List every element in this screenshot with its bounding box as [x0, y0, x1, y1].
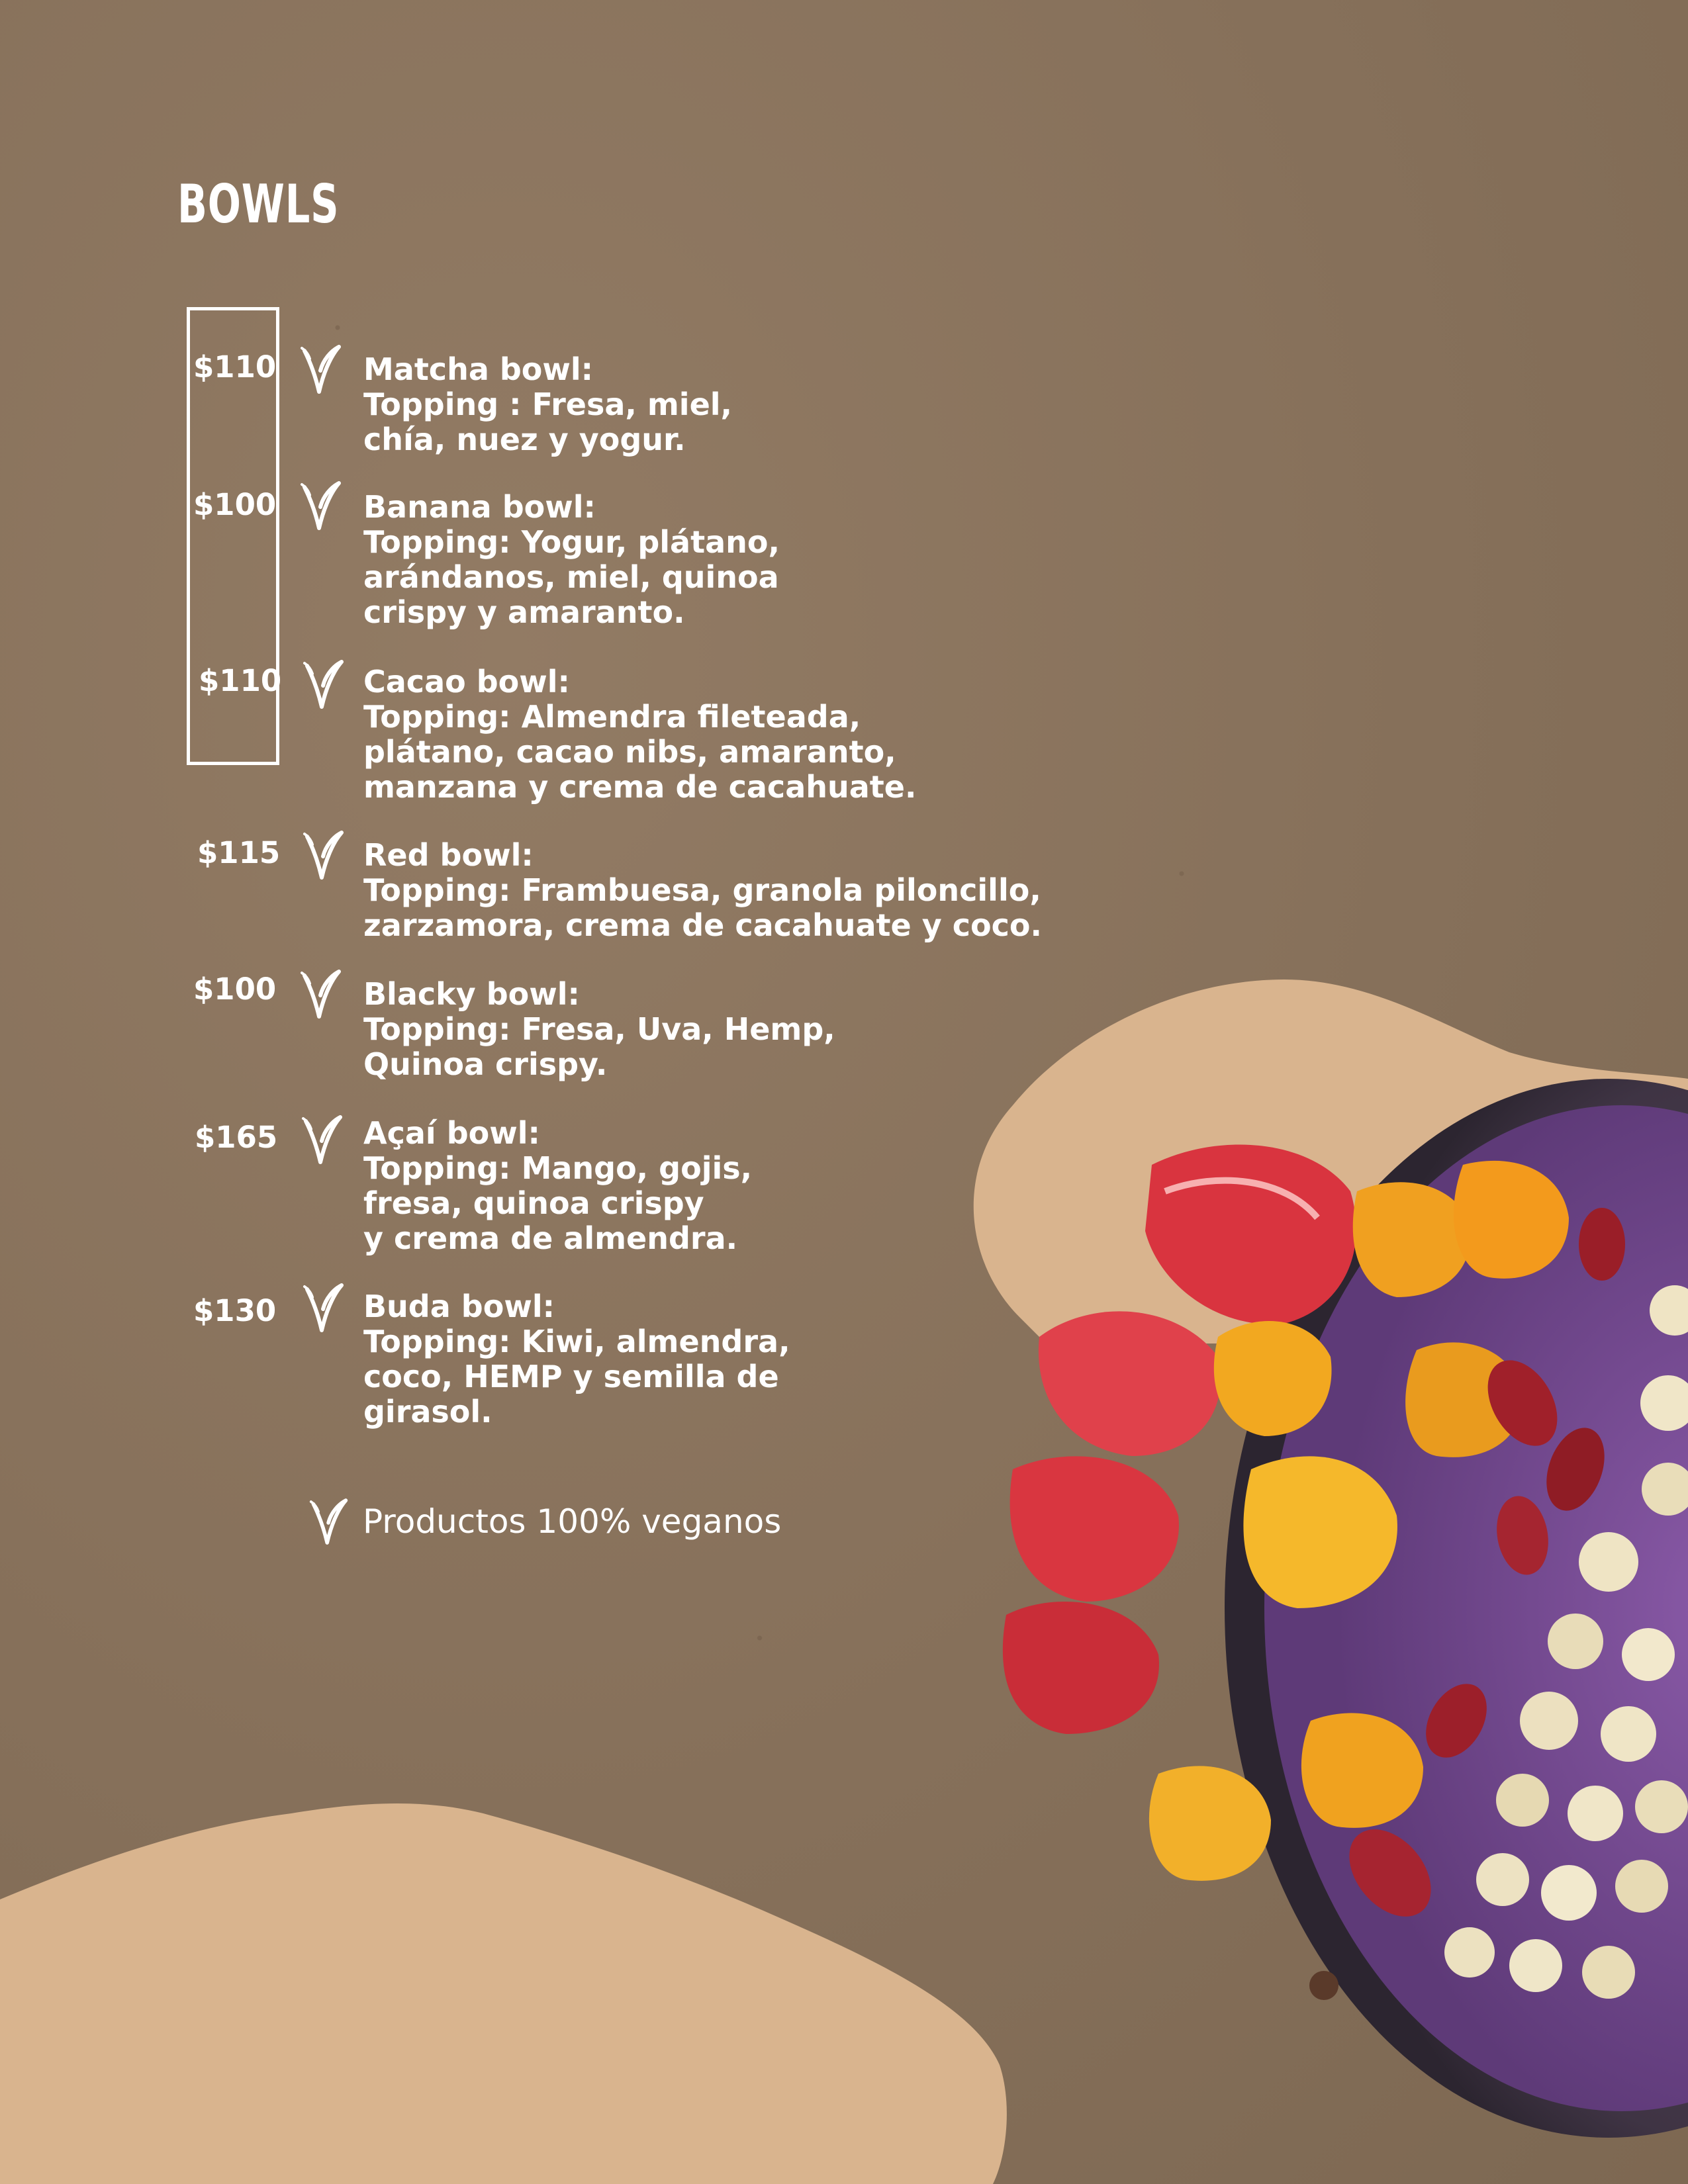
- item-topping-line: Topping : Fresa, miel,: [363, 387, 733, 422]
- item-name: Red bowl:: [363, 837, 534, 873]
- vegan-leaf-icon: [301, 481, 341, 530]
- menu-item-acai: Açaí bowl: Topping: Mango, gojis, fresa,…: [363, 1116, 752, 1256]
- price-banana: $100: [193, 487, 277, 522]
- menu-item-cacao: Cacao bowl: Topping: Almendra fileteada,…: [363, 664, 916, 805]
- item-topping-line: Quinoa crispy.: [363, 1046, 608, 1082]
- bottom-left-beige-blob: [0, 1803, 1007, 2184]
- vegan-leaf-icon: [303, 831, 344, 880]
- item-name: Buda bowl:: [363, 1289, 555, 1324]
- vegan-leaf-icon: [303, 1283, 344, 1332]
- menu-item-matcha: Matcha bowl: Topping : Fresa, miel, chía…: [363, 352, 732, 457]
- item-topping-line: Topping: Mango, gojis,: [363, 1150, 753, 1186]
- menu-item-banana: Banana bowl: Topping: Yogur, plátano, ar…: [363, 490, 780, 630]
- item-topping-line: Topping: Frambuesa, granola piloncillo,: [363, 872, 1041, 908]
- item-topping-line: fresa, quinoa crispy: [363, 1185, 704, 1221]
- item-topping-line: coco, HEMP y semilla de: [363, 1359, 779, 1394]
- item-name: Açaí bowl:: [363, 1115, 540, 1151]
- item-topping-line: girasol.: [363, 1394, 492, 1430]
- vegan-leaf-icon: [301, 345, 341, 394]
- item-topping-line: manzana y crema de cacahuate.: [363, 769, 917, 805]
- item-topping-line: Topping: Fresa, Uva, Hemp,: [363, 1011, 835, 1047]
- item-topping-line: Topping: Kiwi, almendra,: [363, 1324, 790, 1359]
- item-topping-line: Topping: Yogur, plátano,: [363, 524, 780, 560]
- item-topping-line: plátano, cacao nibs, amaranto,: [363, 734, 896, 770]
- item-name: Blacky bowl:: [363, 976, 580, 1012]
- item-topping-line: y crema de almendra.: [363, 1220, 738, 1256]
- price-cacao: $110: [199, 663, 282, 698]
- price-red: $115: [197, 835, 281, 870]
- vegan-leaf-icon: [303, 660, 344, 709]
- item-topping-line: crispy y amaranto.: [363, 594, 685, 630]
- menu-item-buda: Buda bowl: Topping: Kiwi, almendra, coco…: [363, 1289, 790, 1430]
- price-blacky: $100: [193, 972, 277, 1007]
- price-acai: $165: [195, 1120, 278, 1155]
- vegan-leaf-icon: [309, 1498, 348, 1545]
- acai-bowl-photo: [1002, 1079, 1688, 2138]
- item-name: Banana bowl:: [363, 489, 596, 525]
- vegan-leaf-icon: [302, 1115, 342, 1164]
- vegan-leaf-icon: [301, 970, 341, 1019]
- item-name: Matcha bowl:: [363, 351, 594, 387]
- vegan-note: Productos 100% veganos: [363, 1502, 782, 1541]
- item-topping-line: chía, nuez y yogur.: [363, 422, 686, 457]
- item-topping-line: zarzamora, crema de cacahuate y coco.: [363, 907, 1042, 943]
- price-matcha: $110: [193, 349, 277, 385]
- menu-item-red: Red bowl: Topping: Frambuesa, granola pi…: [363, 838, 1042, 943]
- item-topping-line: Topping: Almendra fileteada,: [363, 699, 861, 735]
- menu-item-blacky: Blacky bowl: Topping: Fresa, Uva, Hemp, …: [363, 977, 835, 1082]
- item-topping-line: arándanos, miel, quinoa: [363, 559, 779, 595]
- item-name: Cacao bowl:: [363, 664, 570, 700]
- price-buda: $130: [193, 1293, 277, 1328]
- page-title: BOWLS: [177, 173, 340, 235]
